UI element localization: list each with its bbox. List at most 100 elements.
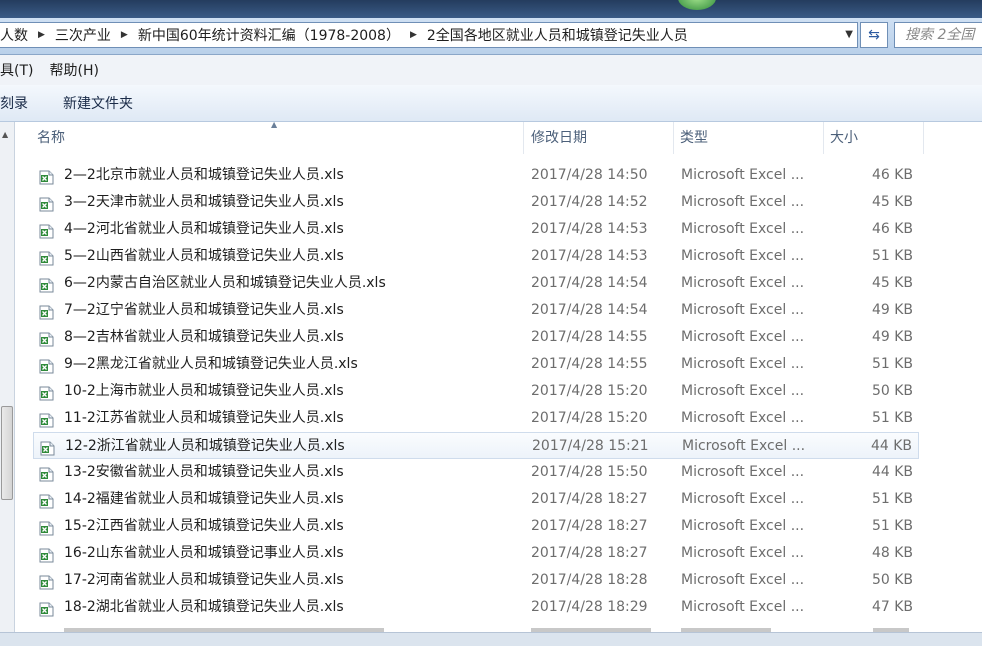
- nav-pane-scrollbar[interactable]: ▲: [0, 122, 15, 632]
- menu-tools[interactable]: 具(T): [0, 60, 41, 80]
- file-date: 2017/4/28 14:53: [531, 221, 648, 237]
- file-date: 2017/4/28 14:55: [531, 329, 648, 345]
- file-name: 13-2安徽省就业人员和城镇登记失业人员.xls: [64, 464, 344, 480]
- breadcrumb-item[interactable]: 2全国各地区就业人员和城镇登记失业人员: [423, 25, 692, 45]
- file-row[interactable]: 14-2福建省就业人员和城镇登记失业人员.xls 2017/4/28 18:27 M…: [33, 486, 919, 513]
- file-name: 10-2上海市就业人员和城镇登记失业人员.xls: [64, 383, 344, 399]
- column-headers: ▲ 名称 修改日期 类型 大小: [15, 120, 982, 154]
- file-type: Microsoft Excel ...: [681, 248, 805, 264]
- file-row[interactable]: 8—2吉林省就业人员和城镇登记失业人员.xls 2017/4/28 14:55 Mi…: [33, 324, 919, 351]
- file-size: 44 KB: [871, 464, 913, 480]
- file-type: Microsoft Excel ...: [681, 383, 805, 399]
- burn-button[interactable]: 刻录: [0, 93, 45, 113]
- file-type: Microsoft Excel ...: [681, 410, 805, 426]
- excel-file-icon: [39, 276, 54, 293]
- file-row[interactable]: 11-2江苏省就业人员和城镇登记失业人员.xls 2017/4/28 15:20 M…: [33, 405, 919, 432]
- file-size: 45 KB: [871, 194, 913, 210]
- excel-file-icon: [39, 357, 54, 374]
- file-date: 2017/4/28 15:20: [531, 410, 648, 426]
- file-size: 51 KB: [871, 248, 913, 264]
- column-header-date[interactable]: 修改日期: [524, 122, 674, 154]
- search-input[interactable]: 搜索 2全国: [894, 22, 982, 48]
- file-date: 2017/4/28 14:55: [531, 356, 648, 372]
- new-folder-button[interactable]: 新建文件夹: [45, 93, 150, 113]
- file-row[interactable]: 18-2湖北省就业人员和城镇登记失业人员.xls 2017/4/28 18:29 M…: [33, 594, 919, 621]
- file-date: 2017/4/28 14:54: [531, 302, 648, 318]
- file-date: 2017/4/28 18:27: [531, 545, 648, 561]
- column-header-size[interactable]: 大小: [824, 122, 924, 154]
- file-type: Microsoft Excel ...: [681, 464, 805, 480]
- file-row[interactable]: 17-2河南省就业人员和城镇登记失业人员.xls 2017/4/28 18:28 M…: [33, 567, 919, 594]
- scrollbar-thumb[interactable]: [1, 406, 13, 500]
- scroll-up-icon[interactable]: ▲: [2, 130, 8, 139]
- file-row[interactable]: 9—2黑龙江省就业人员和城镇登记失业人员.xls 2017/4/28 14:55 M…: [33, 351, 919, 378]
- file-size: 49 KB: [871, 302, 913, 318]
- file-size: 51 KB: [871, 356, 913, 372]
- column-header-name[interactable]: 名称: [15, 122, 524, 154]
- address-bar[interactable]: 人数 ▶ 三次产业 ▶ 新中国60年统计资料汇编（1978-2008） ▶ 2全国各地区就业…: [0, 22, 858, 48]
- file-row[interactable]: 13-2安徽省就业人员和城镇登记失业人员.xls 2017/4/28 15:50 M…: [33, 459, 919, 486]
- file-row[interactable]: 7—2辽宁省就业人员和城镇登记失业人员.xls 2017/4/28 14:54 Mi…: [33, 297, 919, 324]
- file-name: 17-2河南省就业人员和城镇登记失业人员.xls: [64, 572, 344, 588]
- file-type: Microsoft Excel ...: [681, 356, 805, 372]
- file-row[interactable]: 15-2江西省就业人员和城镇登记失业人员.xls 2017/4/28 18:27 M…: [33, 513, 919, 540]
- column-header-type[interactable]: 类型: [674, 122, 824, 154]
- file-type: Microsoft Excel ...: [681, 167, 805, 183]
- file-row[interactable]: 4—2河北省就业人员和城镇登记失业人员.xls 2017/4/28 14:53 Mi…: [33, 216, 919, 243]
- file-date: 2017/4/28 18:27: [531, 518, 648, 534]
- file-date: 2017/4/28 18:29: [531, 599, 648, 615]
- address-dropdown-icon[interactable]: ▼: [845, 29, 853, 40]
- file-size: 46 KB: [871, 167, 913, 183]
- file-row[interactable]: 2—2北京市就业人员和城镇登记失业人员.xls 2017/4/28 14:50 Mi…: [33, 162, 919, 189]
- excel-file-icon: [39, 492, 54, 509]
- excel-file-icon: [39, 465, 54, 482]
- file-size: 49 KB: [871, 329, 913, 345]
- file-row[interactable]: 5—2山西省就业人员和城镇登记失业人员.xls 2017/4/28 14:53 Mi…: [33, 243, 919, 270]
- file-name: 12-2浙江省就业人员和城镇登记失业人员.xls: [65, 438, 345, 454]
- file-size: 47 KB: [871, 599, 913, 615]
- refresh-button[interactable]: ⇆: [860, 22, 888, 48]
- file-date: 2017/4/28 14:54: [531, 275, 648, 291]
- file-name: 14-2福建省就业人员和城镇登记失业人员.xls: [64, 491, 344, 507]
- file-size: 48 KB: [871, 545, 913, 561]
- excel-file-icon: [39, 519, 54, 536]
- excel-file-icon: [39, 249, 54, 266]
- file-type: Microsoft Excel ...: [681, 491, 805, 507]
- menu-help[interactable]: 帮助(H): [41, 60, 106, 80]
- partial-row: [33, 624, 919, 632]
- excel-file-icon: [39, 168, 54, 185]
- file-name: 7—2辽宁省就业人员和城镇登记失业人员.xls: [64, 302, 344, 318]
- excel-file-icon: [39, 411, 54, 428]
- file-type: Microsoft Excel ...: [681, 572, 805, 588]
- file-size: 45 KB: [871, 275, 913, 291]
- breadcrumb-separator-icon[interactable]: ▶: [32, 30, 51, 40]
- excel-file-icon: [39, 546, 54, 563]
- file-date: 2017/4/28 14:53: [531, 248, 648, 264]
- file-type: Microsoft Excel ...: [681, 545, 805, 561]
- breadcrumb-separator-icon[interactable]: ▶: [115, 30, 134, 40]
- file-row[interactable]: 3—2天津市就业人员和城镇登记失业人员.xls 2017/4/28 14:52 Mi…: [33, 189, 919, 216]
- file-size: 44 KB: [870, 438, 912, 454]
- excel-file-icon: [39, 195, 54, 212]
- file-date: 2017/4/28 14:52: [531, 194, 648, 210]
- excel-file-icon: [39, 384, 54, 401]
- file-name: 18-2湖北省就业人员和城镇登记失业人员.xls: [64, 599, 344, 615]
- file-type: Microsoft Excel ...: [681, 599, 805, 615]
- file-name: 11-2江苏省就业人员和城镇登记失业人员.xls: [64, 410, 344, 426]
- file-name: 15-2江西省就业人员和城镇登记失业人员.xls: [64, 518, 344, 534]
- breadcrumb-item[interactable]: 人数: [0, 25, 32, 45]
- file-row[interactable]: 12-2浙江省就业人员和城镇登记失业人员.xls 2017/4/28 15:21 M…: [33, 432, 919, 459]
- breadcrumb-item[interactable]: 新中国60年统计资料汇编（1978-2008）: [134, 25, 404, 45]
- file-size: 46 KB: [871, 221, 913, 237]
- file-size: 51 KB: [871, 410, 913, 426]
- file-date: 2017/4/28 18:28: [531, 572, 648, 588]
- file-row[interactable]: 6—2内蒙古自治区就业人员和城镇登记失业人员.xls 2017/4/28 14:5…: [33, 270, 919, 297]
- file-row[interactable]: 16-2山东省就业人员和城镇登记事业人员.xls 2017/4/28 18:27 M…: [33, 540, 919, 567]
- file-name: 16-2山东省就业人员和城镇登记事业人员.xls: [64, 545, 344, 561]
- file-row[interactable]: 10-2上海市就业人员和城镇登记失业人员.xls 2017/4/28 15:20 M…: [33, 378, 919, 405]
- breadcrumb-item[interactable]: 三次产业: [51, 25, 115, 45]
- file-name: 8—2吉林省就业人员和城镇登记失业人员.xls: [64, 329, 344, 345]
- file-size: 50 KB: [871, 572, 913, 588]
- breadcrumb-separator-icon[interactable]: ▶: [404, 30, 423, 40]
- file-size: 51 KB: [871, 518, 913, 534]
